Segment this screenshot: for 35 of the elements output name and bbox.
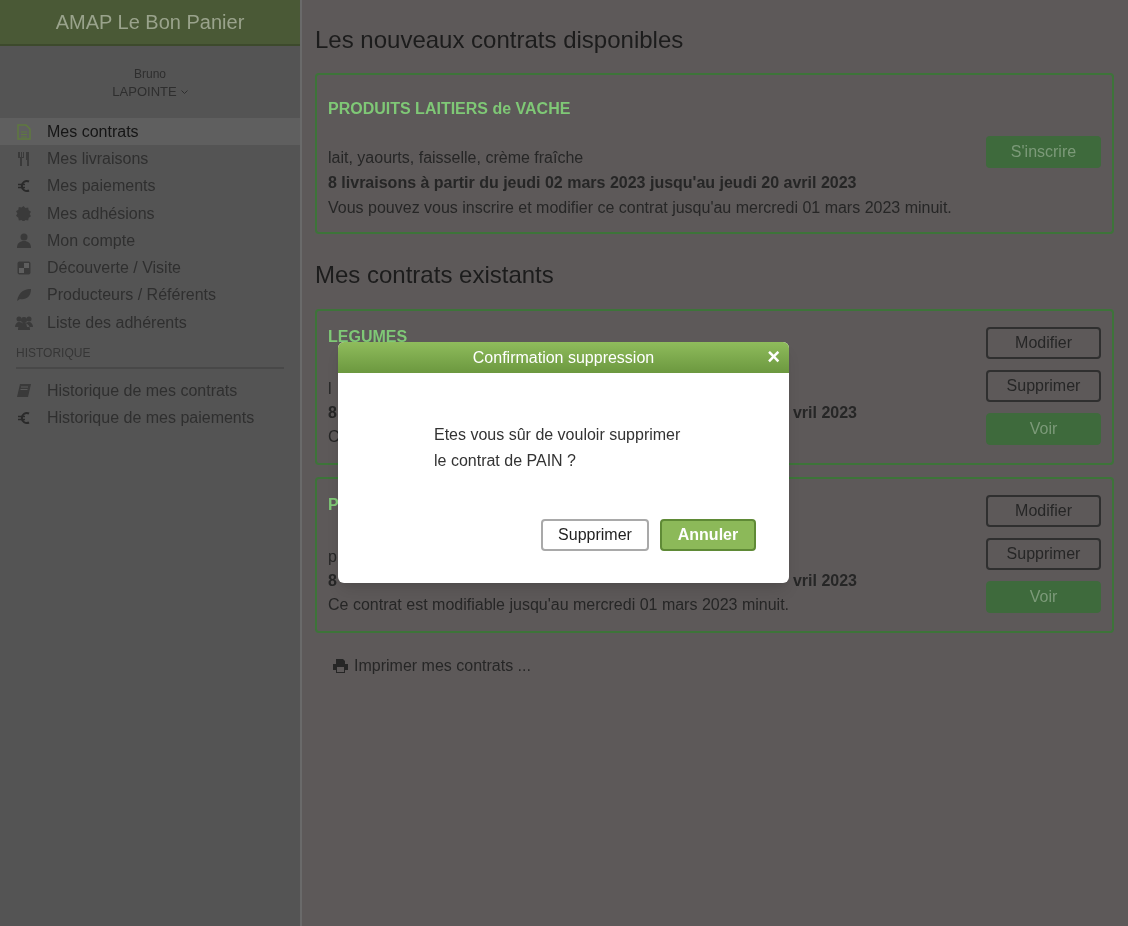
leaf-icon xyxy=(15,288,32,303)
contract-deliveries: vril 2023 xyxy=(792,571,857,591)
contract-deliveries: vril 2023 xyxy=(792,403,857,423)
section-heading: Mes contrats existants xyxy=(315,261,555,289)
close-button[interactable]: × xyxy=(767,344,780,370)
view-button[interactable]: Voir xyxy=(986,413,1101,445)
dialog-message: le contrat de PAIN ? xyxy=(434,451,577,471)
card-button[interactable]: Modifier xyxy=(986,495,1101,527)
dialog-message: Etes vous sûr de vouloir supprimer xyxy=(434,425,682,445)
subscribe-button[interactable]: S'inscrire xyxy=(986,136,1101,168)
book-icon xyxy=(16,383,31,399)
print-link[interactable]: Imprimer mes contrats ... xyxy=(333,654,1114,678)
contract-title: P xyxy=(328,497,339,513)
card-button[interactable]: Modifier xyxy=(986,327,1101,359)
fork-knife-icon xyxy=(16,150,31,167)
view-button[interactable]: Voir xyxy=(986,581,1101,613)
badge-icon xyxy=(16,206,31,222)
dialog-title: Confirmation suppression xyxy=(472,347,655,368)
printer-icon xyxy=(333,659,348,673)
document-icon xyxy=(16,123,31,140)
users-icon xyxy=(14,315,33,331)
euro-icon xyxy=(17,179,30,194)
contract-title: LEGUMES xyxy=(328,329,408,345)
chevron-down-icon xyxy=(180,89,188,95)
app-title: AMAP Le Bon Panier xyxy=(55,10,245,35)
card-button[interactable]: Supprimer xyxy=(986,370,1101,402)
sidebar-item[interactable]: Mes contrats xyxy=(0,118,300,146)
euro-icon xyxy=(17,411,30,426)
user-icon xyxy=(16,233,31,249)
contract-title: PRODUITS LAITIERS de VACHE xyxy=(328,99,571,119)
checkered-square-icon xyxy=(16,261,31,276)
cancel-button[interactable]: Annuler xyxy=(660,519,756,551)
section-heading: Les nouveaux contrats disponibles xyxy=(315,26,685,54)
delete-button[interactable]: Supprimer xyxy=(541,519,649,551)
card-button[interactable]: Supprimer xyxy=(986,538,1101,570)
